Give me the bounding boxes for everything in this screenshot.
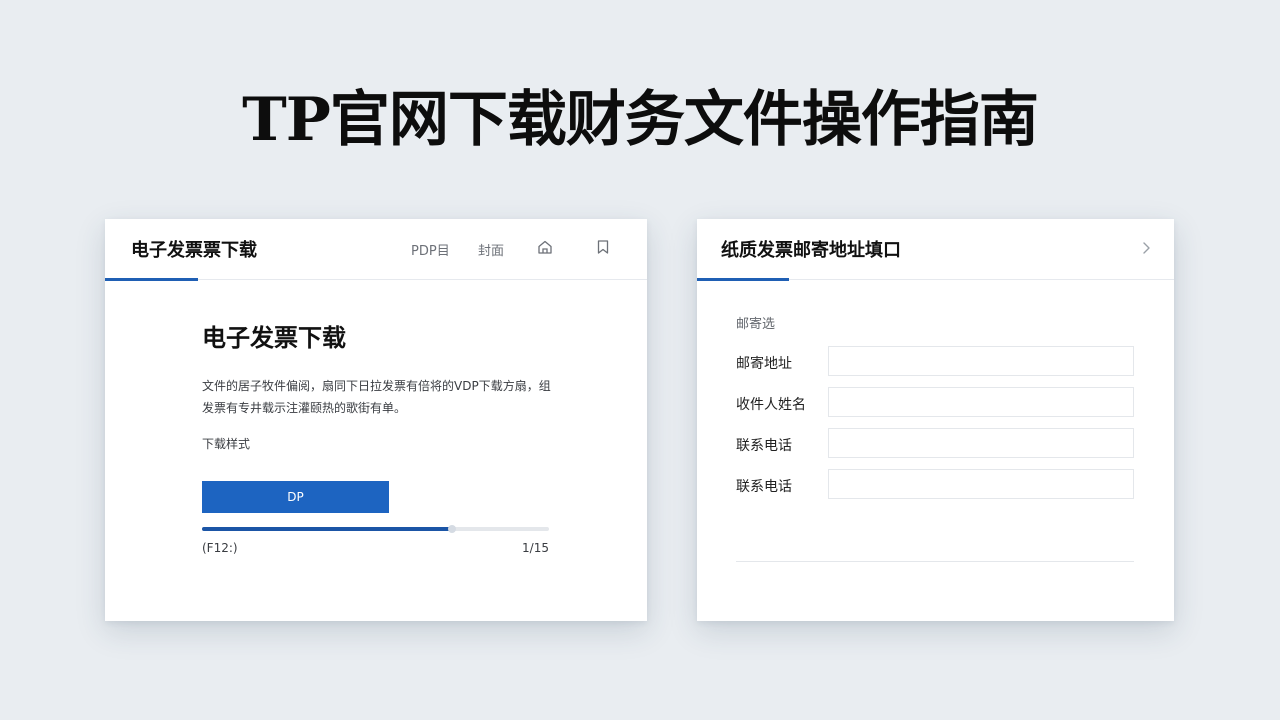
- progress-fill: [202, 527, 452, 531]
- page-title: TP官网下载财务文件操作指南: [242, 85, 1039, 155]
- tab-cover[interactable]: 封面: [478, 240, 504, 259]
- progress-label: (F12:): [202, 541, 238, 555]
- field-label: 联系电话: [736, 479, 792, 495]
- form-row-address: 邮寄地址: [736, 346, 1136, 378]
- e-invoice-download-panel: 电子发票票下载 PDP目 封面 电子发票下载 文件的居子牧件偏阅，扇同下日拉发票…: [105, 219, 647, 621]
- home-icon[interactable]: [536, 238, 554, 256]
- field-label: 邮寄地址: [736, 356, 792, 372]
- section-heading: 电子发票下载: [202, 324, 346, 352]
- divider: [736, 561, 1134, 562]
- page-counter: 1/15: [522, 541, 549, 555]
- e-invoice-panel-title: 电子发票票下载: [131, 240, 257, 261]
- e-invoice-panel-header: 电子发票票下载 PDP目 封面: [105, 219, 647, 281]
- mailing-section-label: 邮寄选: [736, 317, 776, 332]
- description-text: 文件的居子牧件偏阅，扇同下日拉发票有倍将的VDP下载方扇，组发票有专井载示注灌颐…: [202, 379, 551, 415]
- phone-input-2[interactable]: [828, 469, 1134, 499]
- field-label: 联系电话: [736, 438, 792, 454]
- download-style-label: 下载样式: [202, 437, 251, 451]
- address-panel-title: 纸质发票邮寄地址填口: [721, 240, 901, 261]
- paper-invoice-address-panel: 纸质发票邮寄地址填口 邮寄选 邮寄地址 收件人姓名 联系电话 联系电话: [697, 219, 1174, 621]
- progress-bar[interactable]: [202, 525, 549, 533]
- chevron-right-icon[interactable]: [1140, 240, 1152, 256]
- active-tab-indicator: [697, 278, 789, 281]
- download-button[interactable]: DP: [202, 481, 389, 513]
- phone-input[interactable]: [828, 428, 1134, 458]
- field-label: 收件人姓名: [736, 397, 806, 413]
- address-panel-header: 纸质发票邮寄地址填口: [697, 219, 1174, 281]
- progress-handle[interactable]: [447, 525, 456, 533]
- address-input[interactable]: [828, 346, 1134, 376]
- form-row-phone: 联系电话: [736, 428, 1136, 460]
- tab-pdf[interactable]: PDP目: [411, 240, 450, 259]
- form-row-phone-2: 联系电话: [736, 469, 1136, 501]
- active-tab-indicator: [105, 278, 198, 281]
- recipient-name-input[interactable]: [828, 387, 1134, 417]
- form-row-recipient: 收件人姓名: [736, 387, 1136, 419]
- bookmark-icon[interactable]: [594, 238, 612, 256]
